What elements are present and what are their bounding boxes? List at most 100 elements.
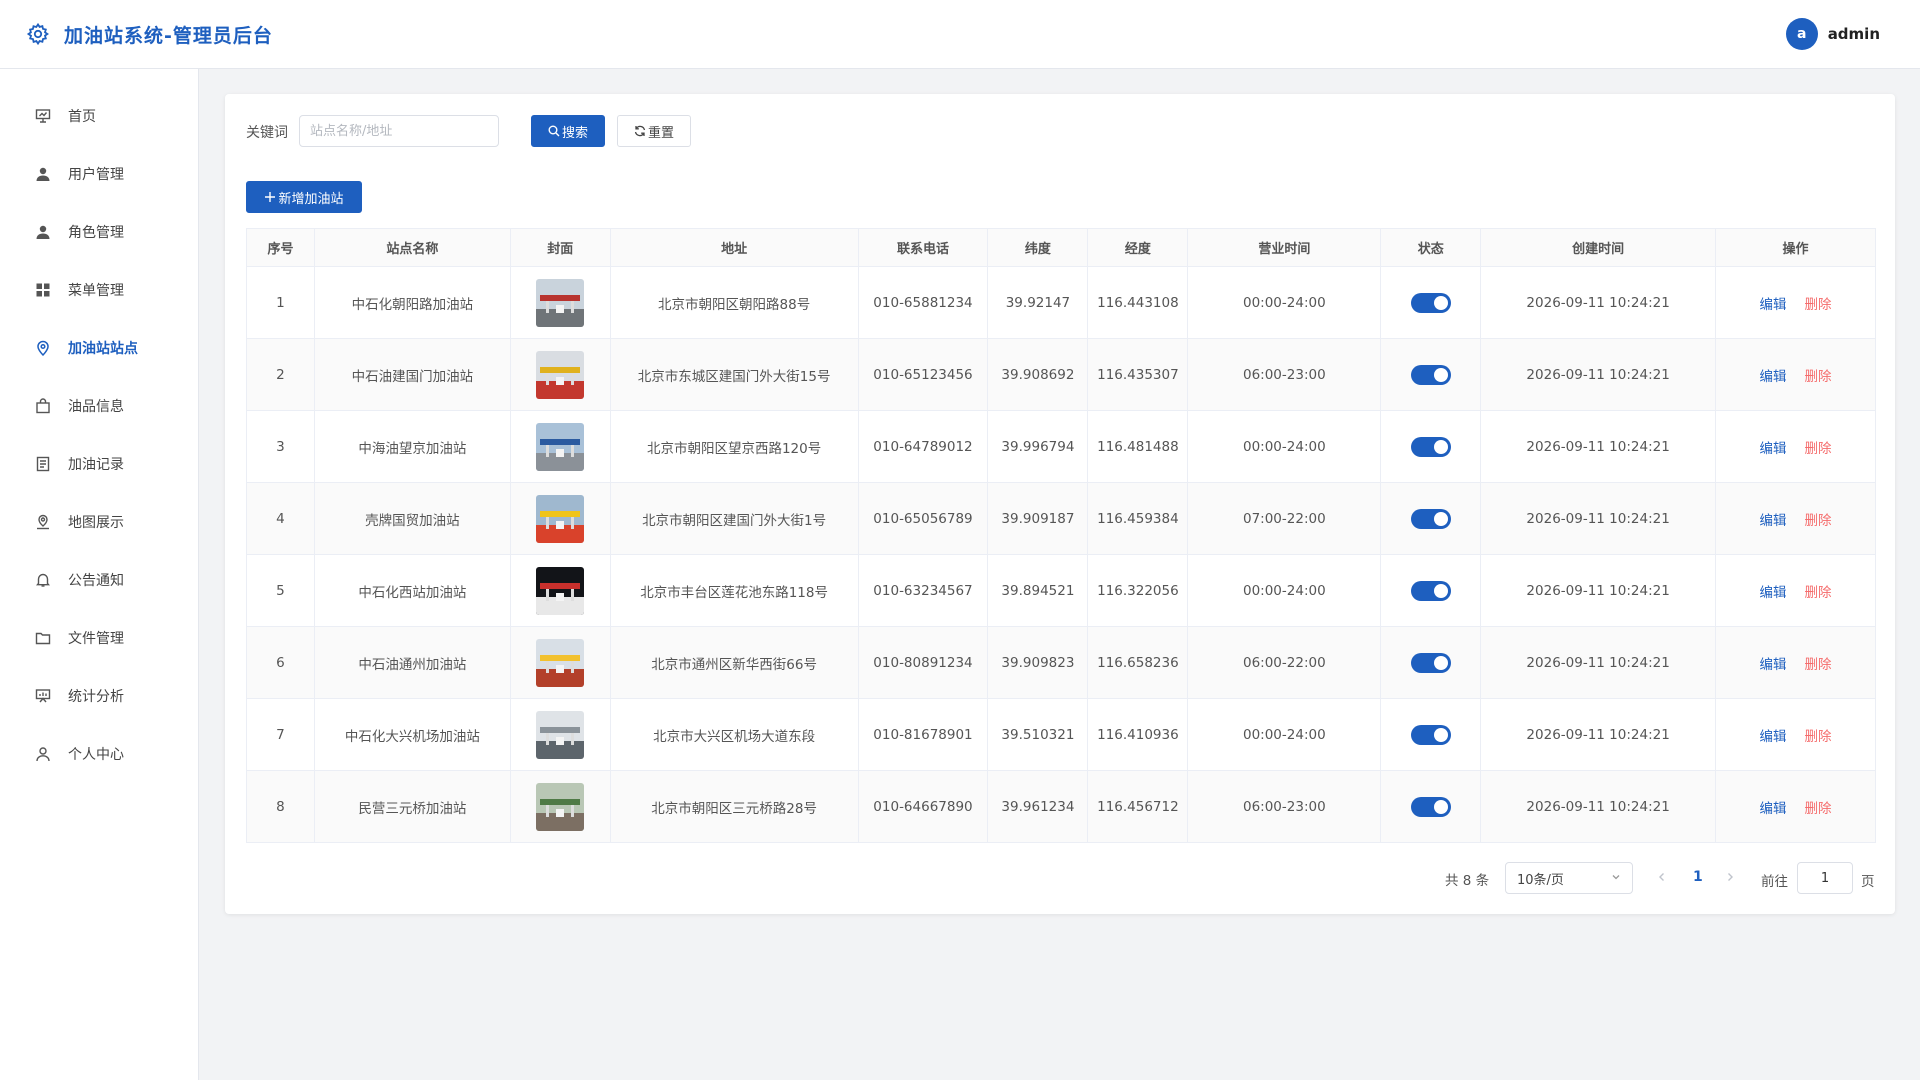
- sidebar-item-fuel-info[interactable]: 油品信息: [0, 386, 198, 426]
- cell-actions: 编辑 删除: [1715, 554, 1876, 627]
- cell-business-hours: 00:00-24:00: [1187, 410, 1382, 483]
- user-menu[interactable]: a admin: [1785, 18, 1880, 50]
- edit-button[interactable]: 编辑: [1760, 729, 1787, 745]
- edit-button[interactable]: 编辑: [1760, 297, 1787, 313]
- next-page-button[interactable]: [1725, 870, 1735, 886]
- chevron-right-icon: [1728, 873, 1733, 881]
- sidebar-item-map-view[interactable]: 地图展示: [0, 502, 198, 542]
- grid-icon: [34, 281, 52, 299]
- cell-index: 6: [246, 626, 315, 699]
- delete-button[interactable]: 删除: [1805, 513, 1832, 529]
- presentation-icon: [34, 107, 52, 125]
- sidebar-item-role-management[interactable]: 角色管理: [0, 212, 198, 252]
- edit-button[interactable]: 编辑: [1760, 369, 1787, 385]
- delete-button[interactable]: 删除: [1805, 585, 1832, 601]
- status-toggle[interactable]: [1410, 796, 1451, 817]
- station-cover-image[interactable]: [536, 638, 585, 687]
- column-header[interactable]: 联系电话: [857, 228, 989, 267]
- status-toggle[interactable]: [1410, 436, 1451, 457]
- column-header[interactable]: 地址: [609, 228, 859, 267]
- delete-button[interactable]: 删除: [1805, 801, 1832, 817]
- delete-button[interactable]: 删除: [1805, 729, 1832, 745]
- column-header[interactable]: 纬度: [987, 228, 1089, 267]
- delete-button[interactable]: 删除: [1805, 297, 1832, 313]
- edit-button[interactable]: 编辑: [1760, 441, 1787, 457]
- table-row: 6 中石油通州加油站 北京市通州区新华西街66号 010-80891234 39…: [246, 626, 1876, 699]
- station-cover-image[interactable]: [536, 782, 585, 831]
- delete-button[interactable]: 删除: [1805, 657, 1832, 673]
- cell-status: [1380, 266, 1482, 339]
- column-header[interactable]: 创建时间: [1480, 228, 1717, 267]
- map-pin-icon: [34, 513, 52, 531]
- station-cover-image[interactable]: [536, 350, 585, 399]
- sidebar-item-refuel-records[interactable]: 加油记录: [0, 444, 198, 484]
- sidebar-item-announcements[interactable]: 公告通知: [0, 560, 198, 600]
- edit-button[interactable]: 编辑: [1760, 801, 1787, 817]
- table-row: 7 中石化大兴机场加油站 北京市大兴区机场大道东段 010-81678901 3…: [246, 698, 1876, 771]
- sidebar-item-gas-stations[interactable]: 加油站站点: [0, 328, 198, 368]
- station-cover-image[interactable]: [536, 566, 585, 615]
- column-header[interactable]: 序号: [246, 228, 315, 267]
- edit-button[interactable]: 编辑: [1760, 513, 1787, 529]
- page-number-current[interactable]: 1: [1693, 869, 1703, 885]
- avatar[interactable]: a: [1785, 18, 1818, 50]
- column-header[interactable]: 营业时间: [1187, 228, 1382, 267]
- cell-index: 2: [246, 338, 315, 411]
- brand[interactable]: 加油站系统-管理员后台: [24, 20, 273, 48]
- sidebar-item-user-management[interactable]: 用户管理: [0, 154, 198, 194]
- sidebar-item-file-management[interactable]: 文件管理: [0, 618, 198, 658]
- sidebar-item-home[interactable]: 首页: [0, 96, 198, 136]
- delete-button[interactable]: 删除: [1805, 441, 1832, 457]
- cell-status: [1380, 770, 1482, 843]
- station-cover-image[interactable]: [536, 710, 585, 759]
- cell-created-time: 2026-09-11 10:24:21: [1480, 554, 1717, 627]
- station-cover-image[interactable]: [536, 494, 585, 543]
- edit-button[interactable]: 编辑: [1760, 585, 1787, 601]
- goto-page-input[interactable]: [1797, 862, 1853, 894]
- column-header[interactable]: 状态: [1380, 228, 1482, 267]
- plus-icon: [264, 191, 276, 203]
- cell-station-name: 中石化西站加油站: [313, 554, 511, 627]
- user-name[interactable]: admin: [1828, 25, 1880, 43]
- sidebar-item-statistics[interactable]: 统计分析: [0, 676, 198, 716]
- cell-status: [1380, 482, 1482, 555]
- status-toggle[interactable]: [1410, 292, 1451, 313]
- cell-latitude: 39.92147: [987, 266, 1089, 339]
- column-header[interactable]: 封面: [509, 228, 611, 267]
- column-header[interactable]: 操作: [1715, 228, 1876, 267]
- status-toggle[interactable]: [1410, 652, 1451, 673]
- station-cover-image[interactable]: [536, 278, 585, 327]
- delete-button[interactable]: 删除: [1805, 369, 1832, 385]
- sidebar-item-profile[interactable]: 个人中心: [0, 734, 198, 774]
- stations-table: 序号 站点名称 封面 地址 联系电话 纬度 经度 营业时间 状态 创建时间 操作…: [246, 228, 1876, 843]
- status-toggle[interactable]: [1410, 508, 1451, 529]
- keyword-search-input[interactable]: [299, 115, 499, 147]
- cell-actions: 编辑 删除: [1715, 770, 1876, 843]
- add-station-button[interactable]: 新增加油站: [246, 181, 362, 213]
- cell-index: 5: [246, 554, 315, 627]
- cell-index: 1: [246, 266, 315, 339]
- status-toggle[interactable]: [1410, 580, 1451, 601]
- page-size-select[interactable]: 10条/页: [1505, 862, 1633, 894]
- sidebar-item-menu-management[interactable]: 菜单管理: [0, 270, 198, 310]
- sidebar-item-label: 统计分析: [68, 689, 124, 705]
- column-header[interactable]: 站点名称: [313, 228, 511, 267]
- cell-cover: [509, 626, 611, 699]
- search-button[interactable]: 搜索: [531, 115, 605, 147]
- reset-button[interactable]: 重置: [617, 115, 691, 147]
- reset-button-label: 重置: [647, 125, 674, 141]
- cell-created-time: 2026-09-11 10:24:21: [1480, 770, 1717, 843]
- cell-index: 8: [246, 770, 315, 843]
- cell-longitude: 116.443108: [1087, 266, 1189, 339]
- cell-status: [1380, 626, 1482, 699]
- cell-business-hours: 00:00-24:00: [1187, 698, 1382, 771]
- status-toggle[interactable]: [1410, 364, 1451, 385]
- cell-cover: [509, 266, 611, 339]
- status-toggle[interactable]: [1410, 724, 1451, 745]
- prev-page-button[interactable]: [1657, 870, 1667, 886]
- cell-actions: 编辑 删除: [1715, 626, 1876, 699]
- edit-button[interactable]: 编辑: [1760, 657, 1787, 673]
- station-cover-image[interactable]: [536, 422, 585, 471]
- column-header[interactable]: 经度: [1087, 228, 1189, 267]
- cell-business-hours: 00:00-24:00: [1187, 554, 1382, 627]
